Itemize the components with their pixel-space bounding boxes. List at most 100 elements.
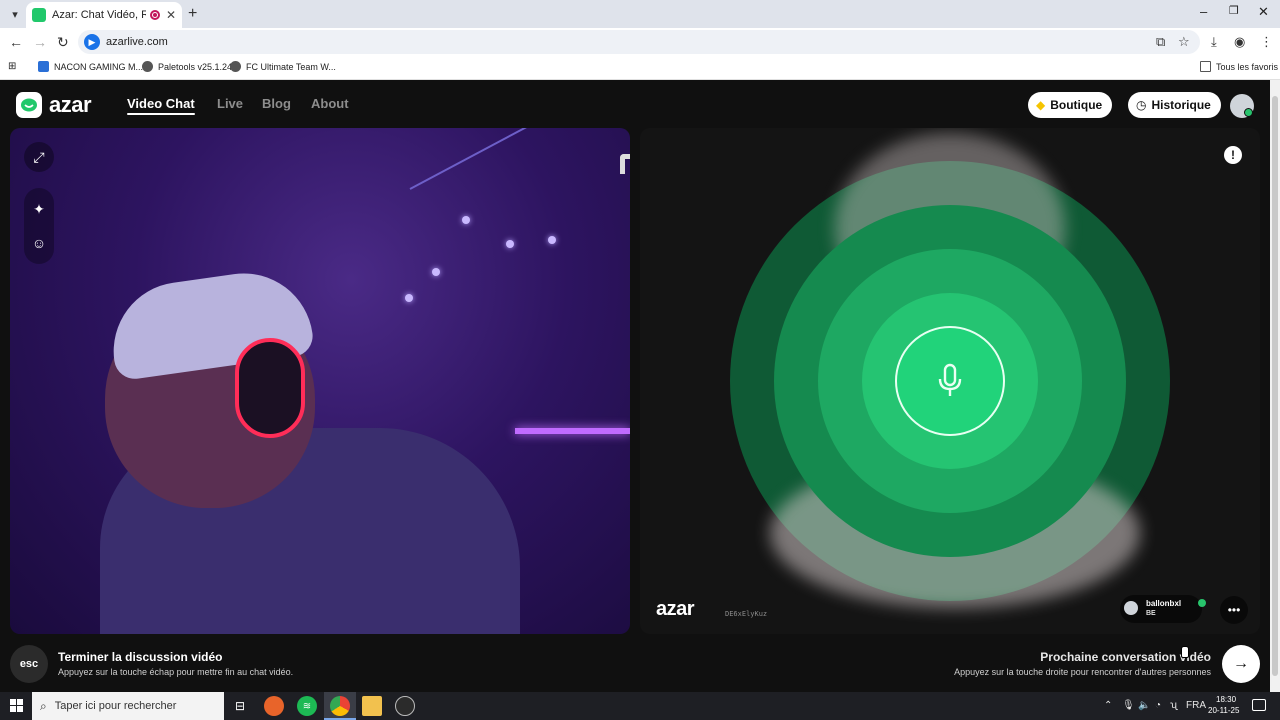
search-placeholder: Taper ici pour rechercher — [54, 700, 177, 712]
gem-icon: ◆ — [1036, 98, 1046, 112]
windows-start-icon[interactable] — [10, 699, 24, 713]
ceiling-light — [405, 294, 413, 302]
frame-corner-mark — [620, 154, 630, 174]
azar-logo-text: azar — [49, 92, 92, 117]
next-chat-button[interactable]: → — [1222, 645, 1260, 683]
chrome-icon[interactable] — [330, 696, 350, 716]
network-icon[interactable]: ◔ — [1155, 700, 1161, 711]
volume-icon[interactable]: 🔈 — [1138, 700, 1150, 711]
back-arrow-icon[interactable]: ← — [9, 34, 23, 50]
clock-time[interactable]: 18:30 — [1216, 695, 1236, 704]
reload-icon[interactable]: ↻ — [57, 34, 69, 51]
tab-title: Azar: Chat Vidéo, Rencontr — [52, 9, 146, 21]
input-method-icon[interactable]: ʯ — [1170, 700, 1177, 711]
ceiling-wire — [409, 128, 605, 190]
bookmark-label: FC Ultimate Team W... — [246, 61, 336, 72]
recording-indicator-icon — [149, 10, 160, 20]
browser-tab-azar[interactable]: Azar: Chat Vidéo, Rencontr ✕ — [26, 2, 182, 28]
page-scrollbar[interactable] — [1270, 80, 1280, 692]
remote-user-name: ballonbxl — [1146, 599, 1182, 608]
clock-date[interactable]: 20-11-25 — [1208, 706, 1239, 715]
nav-live[interactable]: Live — [217, 96, 243, 111]
report-icon[interactable]: ! — [1224, 146, 1242, 164]
apps-grid-icon[interactable]: ⊞ — [8, 61, 16, 72]
language-indicator[interactable]: FRA — [1186, 700, 1206, 711]
microphone-button[interactable] — [895, 326, 1005, 436]
url-field[interactable]: ▶ azarlive.com — [78, 30, 1200, 54]
address-bar-row: ← → ↻ ▶ azarlive.com ⧉ ☆ ⤓ ◉ ⋮ — [0, 28, 1280, 56]
azar-page: azar Video Chat Live Blog About ◆ Boutiq… — [0, 80, 1270, 692]
firefox-icon[interactable] — [264, 696, 284, 716]
file-explorer-icon[interactable] — [362, 696, 382, 716]
new-tab-button[interactable]: + — [188, 5, 197, 23]
verified-badge-icon — [1198, 599, 1206, 607]
microphone-icon — [938, 363, 962, 396]
nav-about[interactable]: About — [311, 96, 349, 111]
azar-watermark: azar — [656, 598, 695, 620]
scrollbar-thumb[interactable] — [1272, 96, 1278, 676]
end-chat-button[interactable]: esc — [10, 645, 48, 683]
forward-arrow-icon[interactable]: → — [33, 34, 47, 50]
restore-window-icon[interactable]: ❐ — [1229, 4, 1239, 17]
download-icon[interactable]: ⤓ — [1211, 34, 1217, 50]
azar-favicon-icon — [32, 8, 46, 22]
clock-icon: ◷ — [1136, 98, 1147, 112]
bookmark-label: Paletools v25.1.24 — [158, 61, 233, 72]
task-view-icon[interactable]: ⊟ — [230, 696, 250, 716]
tray-overflow-icon[interactable]: ⌃ — [1104, 700, 1112, 711]
browser-menu-icon[interactable]: ⋮ — [1260, 34, 1273, 50]
obs-recorder-icon[interactable] — [395, 696, 415, 716]
fc-favicon-icon — [230, 61, 241, 72]
person-headphones — [235, 338, 305, 438]
resize-video-icon[interactable]: ⤢ — [24, 142, 54, 172]
search-icon: ⌕ — [40, 698, 47, 713]
remote-user-avatar — [1124, 601, 1138, 615]
taskbar-search-input[interactable]: ⌕ Taper ici pour rechercher — [32, 692, 224, 720]
spotify-icon[interactable]: ≋ — [297, 696, 317, 716]
folder-icon — [1200, 61, 1211, 72]
nav-blog[interactable]: Blog — [262, 96, 291, 111]
end-chat-title: Terminer la discussion vidéo — [58, 650, 223, 664]
paletools-favicon-icon — [142, 61, 153, 72]
next-chat-hint: Appuyez sur la touche droite pour rencon… — [954, 667, 1211, 677]
led-strip — [515, 428, 630, 434]
url-text: azarlive.com — [106, 36, 168, 48]
remote-user-chip[interactable]: ballonbxl BE — [1120, 595, 1206, 623]
shop-button[interactable]: ◆ Boutique — [1028, 92, 1113, 118]
all-bookmarks-folder[interactable]: Tous les favoris — [1200, 61, 1278, 72]
microphone-tray-icon[interactable]: 🎙 — [1122, 700, 1135, 711]
chat-bubble-icon[interactable]: ••• — [1220, 596, 1248, 624]
face-filter-icon[interactable]: ☺ — [24, 228, 54, 258]
ceiling-light — [462, 216, 470, 224]
remote-user-country: BE — [1146, 610, 1156, 617]
sparkle-effects-icon[interactable]: ✦ — [24, 194, 54, 224]
install-app-icon[interactable]: ⧉ — [1156, 34, 1165, 50]
bookmark-paletools[interactable]: Paletools v25.1.24 — [142, 61, 232, 72]
close-window-icon[interactable]: ✕ — [1258, 4, 1269, 20]
azar-logo[interactable]: azar — [16, 92, 92, 118]
remote-video: ! azar DE6xElyKuz ballonbxl BE ••• — [640, 128, 1260, 634]
history-label: Historique — [1151, 98, 1211, 112]
minimize-window-icon[interactable]: – — [1200, 4, 1207, 19]
history-button[interactable]: ◷ Historique — [1128, 92, 1221, 118]
bookmark-star-icon[interactable]: ☆ — [1178, 34, 1190, 50]
bookmark-nacon[interactable]: NACON GAMING M... — [38, 61, 143, 72]
shop-label: Boutique — [1050, 98, 1103, 112]
bookmark-label: NACON GAMING M... — [54, 61, 144, 72]
profile-icon[interactable]: ◉ — [1234, 34, 1245, 50]
ceiling-light — [506, 240, 514, 248]
site-info-icon[interactable]: ▶ — [84, 34, 100, 50]
notification-center-icon[interactable] — [1252, 699, 1266, 711]
bookmark-fc-ultimate-team[interactable]: FC Ultimate Team W... — [230, 61, 336, 72]
nav-video-chat[interactable]: Video Chat — [127, 96, 195, 115]
ceiling-light — [432, 268, 440, 276]
windows-taskbar: ⌕ Taper ici pour rechercher ⊟ ≋ ⌃ 🎙 🔈 ◔ … — [0, 692, 1280, 720]
online-status-icon — [1244, 108, 1253, 117]
browser-tab-strip: ▾ Azar: Chat Vidéo, Rencontr ✕ + – ❐ ✕ — [0, 0, 1280, 28]
tab-search-chevron-icon[interactable]: ▾ — [6, 5, 24, 23]
end-chat-hint: Appuyez sur la touche échap pour mettre … — [58, 667, 294, 677]
tab-close-icon[interactable]: ✕ — [166, 8, 176, 22]
mouse-cursor — [1181, 646, 1189, 658]
all-bookmarks-label: Tous les favoris — [1216, 61, 1279, 72]
bookmarks-bar: ⊞ NACON GAMING M... Paletools v25.1.24 F… — [0, 56, 1280, 80]
